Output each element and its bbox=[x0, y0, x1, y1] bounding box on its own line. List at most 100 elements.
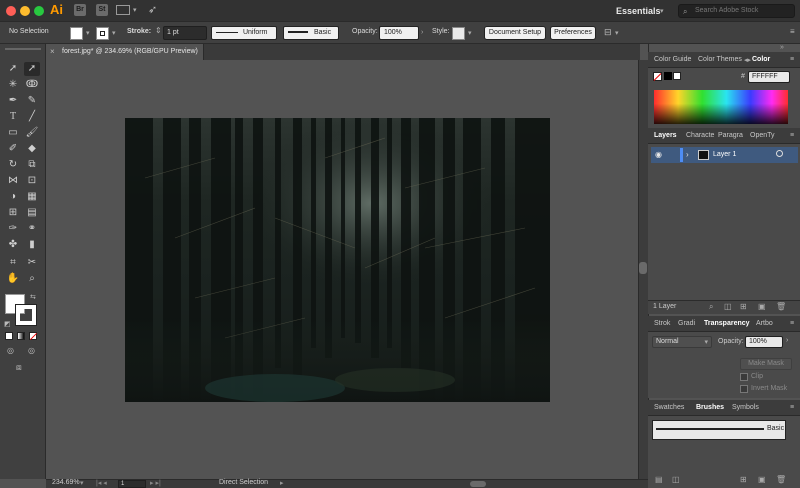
panel-menu-icon[interactable]: ≡ bbox=[790, 56, 794, 63]
stock-search-input[interactable]: ⌕ Search Adobe Stock bbox=[678, 4, 795, 18]
screen-mode-icon[interactable]: ⧈ bbox=[16, 362, 22, 373]
collapse-panels-icon[interactable]: » bbox=[780, 44, 784, 51]
chevron-down-icon[interactable]: ▾ bbox=[133, 6, 137, 14]
color-none-swatch[interactable] bbox=[653, 72, 662, 81]
tab-color-guide[interactable]: Color Guide bbox=[654, 56, 691, 63]
horizontal-scroll-thumb[interactable] bbox=[470, 481, 486, 487]
color-spectrum[interactable] bbox=[654, 90, 788, 124]
options-icon[interactable]: ⊞ bbox=[740, 475, 747, 484]
zoom-tool-icon[interactable]: ⌕ bbox=[24, 272, 40, 286]
minimize-window-button[interactable] bbox=[20, 6, 30, 16]
tab-swatches[interactable]: Swatches bbox=[654, 404, 684, 411]
next-artboard-icon[interactable]: ▸ ▸| bbox=[150, 479, 161, 487]
toolbar-grip[interactable] bbox=[5, 48, 41, 50]
tab-character[interactable]: Characte bbox=[686, 132, 714, 139]
panel-menu-icon[interactable]: ≡ bbox=[790, 27, 795, 36]
locate-object-icon[interactable]: ⌕ bbox=[709, 302, 713, 312]
document-setup-button[interactable]: Document Setup bbox=[484, 26, 546, 40]
invert-mask-checkbox[interactable] bbox=[740, 385, 748, 393]
workspace-switcher[interactable]: Essentials bbox=[616, 6, 661, 16]
paintbrush-tool-icon[interactable]: 🖌 bbox=[24, 126, 40, 140]
bridge-icon[interactable]: Br bbox=[74, 4, 86, 16]
chevron-right-icon[interactable]: › bbox=[786, 337, 788, 344]
chevron-down-icon[interactable]: ▾ bbox=[468, 29, 472, 37]
tab-color-themes[interactable]: Color Themes bbox=[698, 56, 742, 63]
white-swatch[interactable] bbox=[673, 72, 681, 80]
draw-inside-icon[interactable]: ◎ bbox=[28, 346, 35, 355]
zoom-window-button[interactable] bbox=[34, 6, 44, 16]
width-tool-icon[interactable]: ⋈ bbox=[5, 174, 21, 188]
transparency-opacity-field[interactable]: 100% bbox=[745, 336, 783, 348]
first-artboard-icon[interactable]: |◂ ◂ bbox=[96, 479, 107, 487]
tab-symbols[interactable]: Symbols bbox=[732, 404, 759, 411]
swap-colors-icon[interactable]: ⇆ bbox=[30, 293, 36, 301]
chevron-right-icon[interactable]: ▸ bbox=[280, 479, 284, 487]
tab-layers[interactable]: Layers bbox=[654, 132, 677, 139]
libraries-panel-icon[interactable]: ◫ bbox=[672, 475, 680, 484]
curvature-tool-icon[interactable]: ✎ bbox=[24, 94, 40, 108]
expand-layer-icon[interactable]: › bbox=[686, 150, 689, 159]
eraser-tool-icon[interactable]: ◆ bbox=[24, 142, 40, 156]
pen-tool-icon[interactable]: ✒ bbox=[5, 94, 21, 108]
perspective-grid-tool-icon[interactable]: ▦ bbox=[24, 190, 40, 204]
free-transform-tool-icon[interactable]: ⊡ bbox=[24, 174, 40, 188]
target-circle-icon[interactable] bbox=[776, 150, 783, 157]
stock-icon[interactable]: St bbox=[96, 4, 108, 16]
gradient-mode-icon[interactable] bbox=[17, 332, 25, 340]
brush-libraries-icon[interactable]: ▤ bbox=[655, 475, 663, 484]
none-mode-icon[interactable] bbox=[29, 332, 38, 341]
panel-menu-icon[interactable]: ≡ bbox=[790, 404, 794, 411]
draw-mode-icon[interactable]: ◎ bbox=[7, 346, 14, 355]
tab-brushes[interactable]: Brushes bbox=[696, 404, 724, 411]
new-sublayer-icon[interactable]: ⊞ bbox=[740, 302, 747, 311]
new-layer-icon[interactable]: ▣ bbox=[758, 302, 766, 311]
artboard-tool-icon[interactable]: ⌗ bbox=[5, 256, 21, 270]
hand-tool-icon[interactable]: ✋ bbox=[5, 272, 21, 286]
layer-name[interactable]: Layer 1 bbox=[713, 151, 736, 158]
lasso-tool-icon[interactable]: ↂ bbox=[24, 78, 40, 92]
chevron-down-icon[interactable]: ▾ bbox=[660, 7, 664, 15]
vertical-scroll-thumb[interactable] bbox=[639, 262, 647, 274]
stroke-color-box[interactable] bbox=[15, 304, 37, 326]
graphic-style-swatch[interactable] bbox=[452, 27, 465, 40]
visibility-eye-icon[interactable]: ◉ bbox=[655, 150, 662, 159]
close-tab-icon[interactable]: × bbox=[50, 47, 55, 56]
make-mask-button[interactable]: Make Mask bbox=[740, 358, 792, 370]
scale-tool-icon[interactable]: ⧉ bbox=[24, 158, 40, 172]
chevron-down-icon[interactable]: ▾ bbox=[615, 29, 619, 37]
symbol-sprayer-tool-icon[interactable]: ✤ bbox=[5, 238, 21, 252]
rectangle-tool-icon[interactable]: ▭ bbox=[5, 126, 21, 140]
clip-checkbox[interactable] bbox=[740, 373, 748, 381]
variable-width-profile-select[interactable]: Uniform bbox=[211, 26, 277, 40]
shape-builder-tool-icon[interactable]: ◑ bbox=[5, 190, 21, 204]
tab-color[interactable]: Color bbox=[752, 56, 770, 63]
fill-swatch[interactable] bbox=[70, 27, 83, 40]
tab-paragraph[interactable]: Paragra bbox=[718, 132, 743, 139]
artboard-navigation-field[interactable]: 1 bbox=[118, 480, 146, 488]
clipping-mask-icon[interactable]: ◫ bbox=[724, 302, 732, 311]
type-tool-icon[interactable]: T bbox=[5, 110, 21, 124]
chevron-down-icon[interactable]: ▾ bbox=[112, 29, 116, 37]
new-brush-icon[interactable]: ▣ bbox=[758, 475, 766, 484]
rotate-tool-icon[interactable]: ↻ bbox=[5, 158, 21, 172]
zoom-level-select[interactable]: 234.69% bbox=[52, 479, 80, 486]
forest-photo[interactable] bbox=[125, 118, 550, 402]
brush-preview[interactable] bbox=[652, 420, 786, 440]
arrange-documents-icon[interactable] bbox=[116, 5, 130, 15]
stepper-icon[interactable]: ⇕ bbox=[155, 26, 162, 35]
selection-tool-icon[interactable]: ➚ bbox=[5, 62, 21, 76]
close-window-button[interactable] bbox=[6, 6, 16, 16]
panel-menu-icon[interactable]: ≡ bbox=[790, 132, 794, 139]
document-tab[interactable]: × forest.jpg* @ 234.69% (RGB/GPU Preview… bbox=[46, 44, 204, 60]
tab-stroke[interactable]: Strok bbox=[654, 320, 670, 327]
tab-artboards[interactable]: Artbo bbox=[756, 320, 773, 327]
align-icon[interactable]: ⊟ bbox=[604, 27, 612, 38]
eyedropper-tool-icon[interactable]: ✑ bbox=[5, 222, 21, 236]
gradient-tool-icon[interactable]: ▤ bbox=[24, 206, 40, 220]
tab-transparency[interactable]: Transparency bbox=[704, 320, 750, 327]
delete-layer-icon[interactable]: 🗑 bbox=[776, 302, 786, 311]
column-graph-tool-icon[interactable]: ▮ bbox=[24, 238, 40, 252]
tab-scroll-icon[interactable]: ◂▸ bbox=[744, 56, 751, 64]
default-colors-icon[interactable]: ◩ bbox=[4, 320, 11, 328]
tab-opentype[interactable]: OpenTy bbox=[750, 132, 775, 139]
